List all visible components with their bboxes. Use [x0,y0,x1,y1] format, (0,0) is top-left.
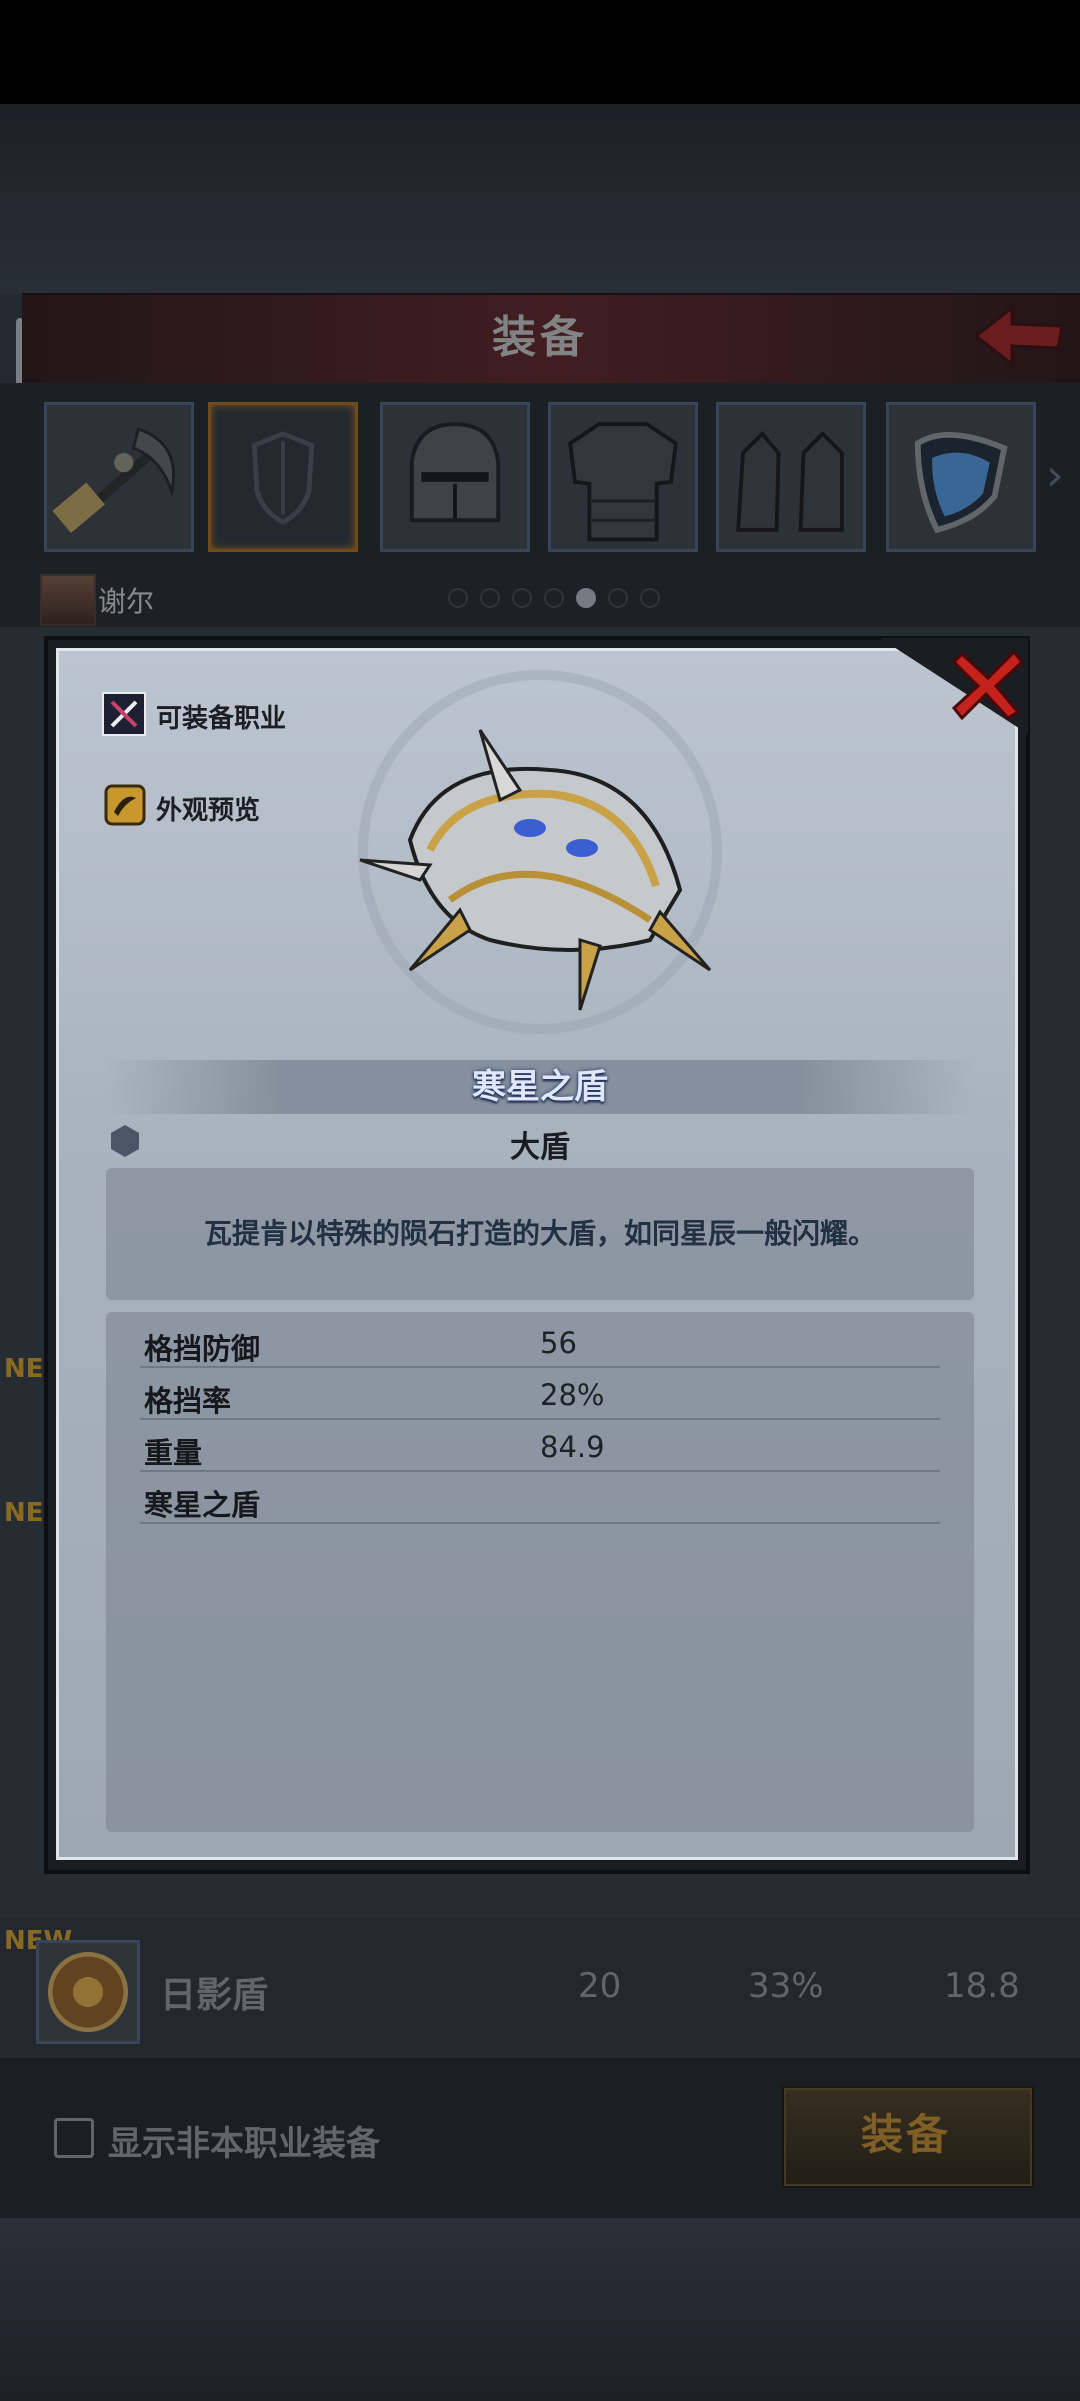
class-icon[interactable] [102,692,146,736]
stat-label: 格挡率 [144,1384,232,1418]
status-bar-area [0,0,1080,104]
stat-row: 格挡防御 56 [140,1318,940,1368]
equippable-class-label[interactable]: 可装备职业 [156,698,286,735]
stat-row: 寒星之盾 [140,1474,940,1524]
stat-row: 格挡率 28% [140,1370,940,1420]
background-bottom [0,2218,1080,2401]
close-icon[interactable] [948,644,1028,724]
star-shield-icon [359,729,712,1011]
stat-label: 重量 [144,1436,203,1470]
stat-label: 寒星之盾 [144,1488,261,1522]
stat-label: 格挡防御 [144,1332,261,1366]
item-description: 瓦提肯以特殊的陨石打造的大盾，如同星辰一般闪耀。 [203,1217,876,1250]
stat-row: 重量 84.9 [140,1422,940,1472]
stat-value: 28% [540,1378,605,1412]
item-name: 寒星之盾 [472,1067,608,1107]
stat-value: 84.9 [540,1430,605,1464]
stat-value: 56 [540,1326,577,1360]
appearance-preview-label[interactable]: 外观预览 [156,790,260,827]
item-type: 大盾 [510,1130,570,1165]
preview-icon[interactable] [104,784,146,826]
